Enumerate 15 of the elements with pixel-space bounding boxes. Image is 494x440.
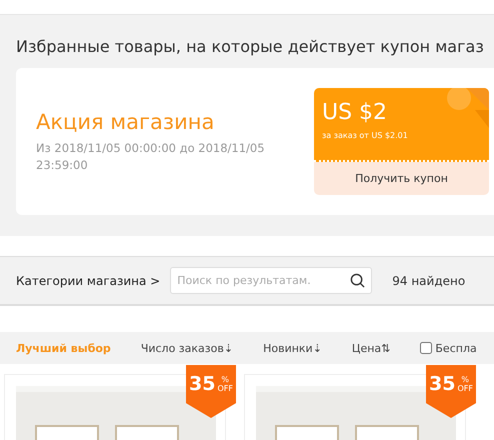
results-count: 94 найдено: [392, 274, 466, 288]
coupon-amount: US $2: [322, 100, 388, 125]
promo-title: Акция магазина: [36, 110, 216, 134]
free-shipping-checkbox[interactable]: [420, 342, 432, 354]
get-coupon-button[interactable]: Получить купон: [314, 162, 489, 195]
promo-period: Из 2018/11/05 00:00:00 до 2018/11/05 23:59:00: [36, 140, 266, 174]
sort-option[interactable]: Новинки⇣: [263, 342, 322, 354]
search-field[interactable]: Поиск по результатам.: [170, 267, 372, 294]
store-categories-link[interactable]: Категории магазина >: [16, 274, 160, 288]
search-icon[interactable]: [350, 273, 366, 288]
sort-option[interactable]: Цена⇅: [352, 342, 390, 354]
sort-option[interactable]: Число заказов⇣: [140, 342, 234, 354]
free-shipping-label[interactable]: Беспла: [435, 342, 477, 354]
section-heading: Избранные товары, на которые действует купон магаз: [16, 37, 485, 56]
coupon-condition: за заказ от US $2.01: [322, 131, 409, 140]
